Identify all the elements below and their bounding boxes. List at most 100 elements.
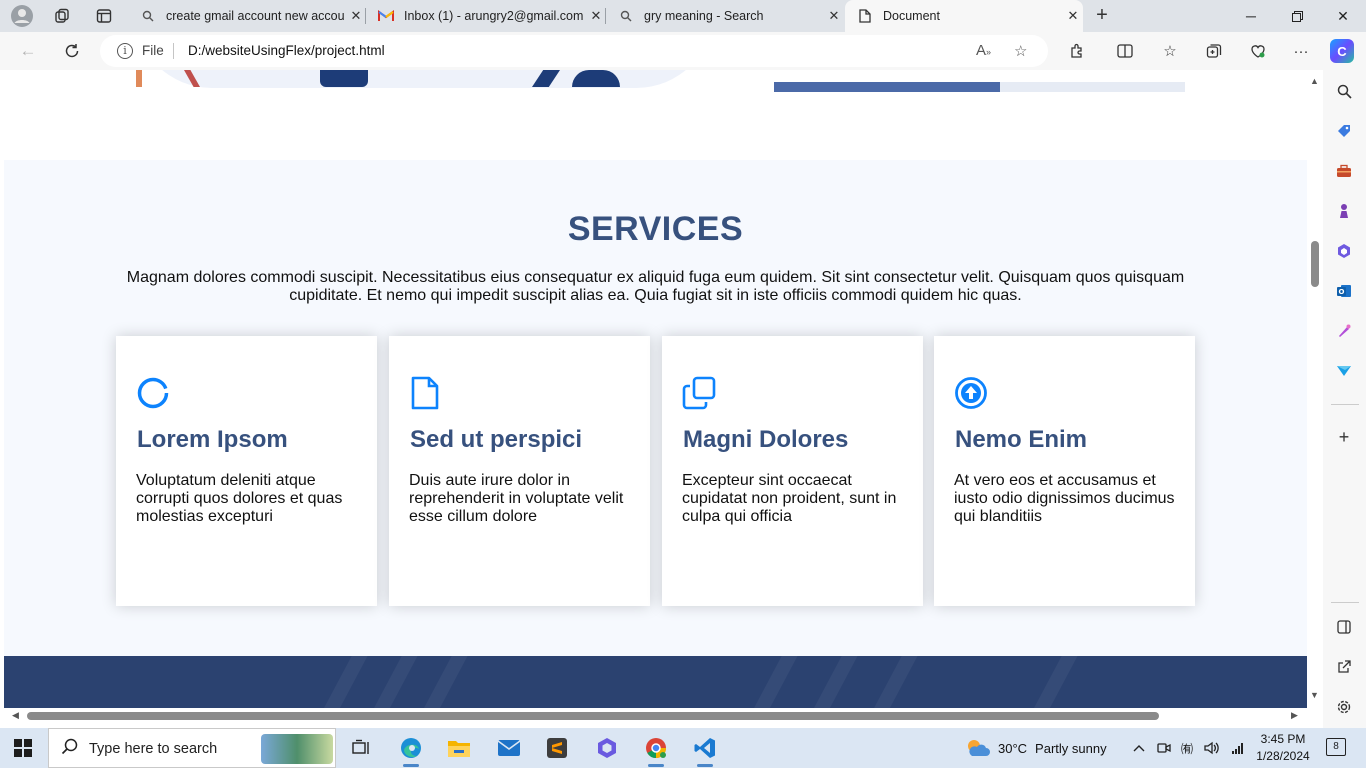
- send-icon[interactable]: [1333, 360, 1355, 382]
- restore-button[interactable]: [1274, 0, 1320, 32]
- tab-document[interactable]: Document ✕: [845, 0, 1083, 32]
- close-icon[interactable]: ✕: [586, 8, 606, 24]
- hero-illustration-background: [134, 70, 714, 88]
- divider: [1331, 602, 1359, 603]
- collections-icon[interactable]: [1202, 39, 1226, 63]
- weather-widget[interactable]: 30°C Partly sunny: [964, 728, 1107, 768]
- divider: [1331, 404, 1359, 405]
- divider: [173, 43, 174, 59]
- svg-text:O: O: [1339, 288, 1345, 296]
- add-icon[interactable]: +: [1333, 426, 1355, 448]
- games-icon[interactable]: [1333, 200, 1355, 222]
- tools-icon[interactable]: [1333, 160, 1355, 182]
- more-options-icon[interactable]: ···: [1289, 39, 1313, 63]
- notification-center-icon[interactable]: 8: [1326, 738, 1346, 756]
- scroll-up-icon[interactable]: ▲: [1310, 76, 1319, 86]
- open-external-icon[interactable]: [1333, 656, 1355, 678]
- workspaces-icon[interactable]: [50, 4, 74, 28]
- windows-start-icon[interactable]: [14, 739, 32, 757]
- designer-icon[interactable]: [1333, 320, 1355, 342]
- network-icon[interactable]: [1230, 728, 1244, 768]
- weather-temperature: 30°C: [998, 740, 1028, 756]
- search-icon: [140, 8, 156, 24]
- service-card[interactable]: Nemo Enim At vero eos et accusamus et iu…: [934, 336, 1195, 606]
- taskbar-search-box[interactable]: Type here to search: [48, 728, 336, 768]
- illustration-figure: [572, 70, 620, 87]
- favorites-icon[interactable]: ☆: [1158, 39, 1182, 63]
- illustration-figure: [320, 70, 368, 87]
- services-title: SERVICES: [567, 210, 744, 248]
- service-card-title: Magni Dolores: [683, 426, 849, 453]
- info-icon[interactable]: i: [117, 43, 133, 59]
- service-card[interactable]: Magni Dolores Excepteur sint occaecat cu…: [662, 336, 923, 606]
- chrome-icon[interactable]: [641, 733, 671, 767]
- banner-decoration: [738, 656, 804, 708]
- service-card-text: Voluptatum deleniti atque corrupti quos …: [136, 472, 343, 525]
- next-section-banner: [4, 656, 1307, 708]
- skill-progress-bar: [774, 82, 1185, 92]
- horizontal-scroll-thumb[interactable]: [27, 712, 1159, 720]
- tab-actions-icon[interactable]: [92, 4, 116, 28]
- show-hidden-icons-icon[interactable]: [1133, 728, 1145, 768]
- split-screen-icon[interactable]: [1113, 39, 1137, 63]
- file-explorer-icon[interactable]: [444, 733, 474, 763]
- refresh-button[interactable]: [58, 37, 86, 65]
- clock[interactable]: 3:45 PM 1/28/2024: [1250, 731, 1316, 765]
- tab-title: Inbox (1) - arungry2@gmail.com: [404, 9, 584, 23]
- services-section: SERVICES Magnam dolores commodi suscipit…: [4, 160, 1307, 656]
- profile-icon[interactable]: [10, 4, 34, 28]
- navigation-bar: ← i File D:/websiteUsingFlex/project.htm…: [0, 32, 1366, 70]
- microsoft-365-icon[interactable]: [1333, 240, 1355, 262]
- close-icon[interactable]: ✕: [824, 8, 844, 24]
- scroll-left-icon[interactable]: ◀: [12, 710, 19, 721]
- service-card[interactable]: Lorem Ipsom Voluptatum deleniti atque co…: [116, 336, 377, 606]
- extensions-icon[interactable]: [1065, 39, 1089, 63]
- clock-date: 1/28/2024: [1256, 749, 1310, 763]
- vertical-scrollbar[interactable]: ▲ ▼: [1307, 70, 1323, 708]
- sublime-text-icon[interactable]: [542, 733, 572, 763]
- close-icon[interactable]: ✕: [346, 8, 366, 24]
- minimize-button[interactable]: ─: [1228, 0, 1274, 32]
- edge-app-icon[interactable]: [396, 733, 426, 767]
- sidebar-toggle-icon[interactable]: [1333, 616, 1355, 638]
- gmail-icon: [378, 8, 394, 24]
- tab-gry-search[interactable]: gry meaning - Search ✕: [606, 0, 844, 32]
- tab-title: gry meaning - Search: [644, 9, 764, 23]
- scroll-down-icon[interactable]: ▼: [1310, 690, 1319, 700]
- service-card[interactable]: Sed ut perspici Duis aute irure dolor in…: [389, 336, 650, 606]
- read-aloud-icon[interactable]: A»: [976, 42, 991, 59]
- close-icon[interactable]: ✕: [1063, 8, 1083, 24]
- new-tab-button[interactable]: +: [1090, 4, 1114, 28]
- mail-icon[interactable]: [494, 733, 524, 763]
- search-icon: [618, 8, 634, 24]
- copilot-icon[interactable]: C: [1330, 39, 1354, 63]
- address-bar[interactable]: i File D:/websiteUsingFlex/project.html …: [100, 35, 1048, 67]
- browser-essentials-icon[interactable]: [1246, 39, 1270, 63]
- settings-gear-icon[interactable]: [1333, 696, 1355, 718]
- tab-gmail-search[interactable]: create gmail account new accou ✕: [128, 0, 366, 32]
- arrow-up-circle-icon: [955, 377, 987, 409]
- circle-icon: [137, 377, 169, 409]
- copilot-taskbar-icon[interactable]: [592, 733, 622, 763]
- hero-section: [4, 70, 1307, 160]
- service-card-title: Sed ut perspici: [410, 426, 583, 453]
- language-icon[interactable]: ㈲: [1181, 728, 1193, 768]
- back-button[interactable]: ←: [14, 37, 42, 65]
- url-text[interactable]: D:/websiteUsingFlex/project.html: [188, 43, 385, 58]
- outlook-icon[interactable]: O: [1333, 280, 1355, 302]
- banner-decoration: [358, 656, 424, 708]
- scroll-right-icon[interactable]: ▶: [1291, 710, 1298, 721]
- vscode-icon[interactable]: [690, 733, 720, 767]
- shopping-tag-icon[interactable]: [1333, 120, 1355, 142]
- horizontal-scrollbar[interactable]: ◀ ▶: [4, 708, 1307, 724]
- search-icon[interactable]: [1333, 80, 1355, 102]
- meet-now-icon[interactable]: [1157, 728, 1171, 768]
- task-view-icon[interactable]: [346, 733, 376, 763]
- tab-inbox[interactable]: Inbox (1) - arungry2@gmail.com ✕: [366, 0, 606, 32]
- vertical-scroll-thumb[interactable]: [1311, 241, 1319, 287]
- volume-icon[interactable]: [1204, 728, 1220, 768]
- favorite-star-icon[interactable]: ☆: [1014, 42, 1027, 60]
- close-window-button[interactable]: ✕: [1320, 0, 1366, 32]
- tab-title: create gmail account new accou: [166, 9, 345, 23]
- page-viewport: SERVICES Magnam dolores commodi suscipit…: [4, 70, 1307, 708]
